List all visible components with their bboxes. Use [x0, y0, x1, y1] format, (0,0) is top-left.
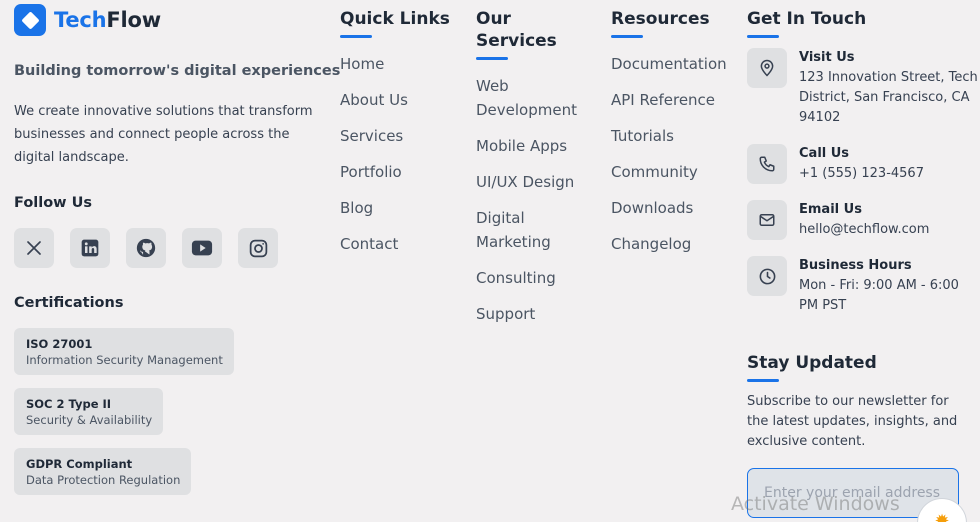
- instagram-icon[interactable]: [238, 228, 278, 268]
- quick-links-heading: Quick Links: [340, 9, 450, 29]
- service-link-consulting[interactable]: Consulting: [476, 266, 586, 290]
- mail-icon: [747, 200, 787, 240]
- newsletter-section: Stay Updated: [747, 352, 877, 382]
- resource-link-api-reference[interactable]: API Reference: [611, 88, 736, 112]
- youtube-icon[interactable]: [182, 228, 222, 268]
- contact-value: Mon - Fri: 9:00 AM - 6:00 PM PST: [799, 278, 959, 313]
- resources-column: Resources Documentation API Reference Tu…: [611, 8, 736, 268]
- contact-item-hours: Business Hours Mon - Fri: 9:00 AM - 6:00…: [747, 256, 979, 316]
- contact-label: Email Us: [799, 202, 862, 217]
- contact-item-phone: Call Us +1 (555) 123-4567: [747, 144, 979, 184]
- contact-heading: Get In Touch: [747, 9, 867, 29]
- service-link-web-development[interactable]: Web Development: [476, 74, 586, 122]
- contact-item-email: Email Us hello@techflow.com: [747, 200, 979, 240]
- heading-underline: [747, 379, 779, 382]
- services-column: Our Services Web Development Mobile Apps…: [476, 8, 586, 338]
- brand-description: We create innovative solutions that tran…: [14, 104, 313, 165]
- certification-subtitle: Information Security Management: [26, 353, 223, 367]
- newsletter-description: Subscribe to our newsletter for the late…: [747, 394, 958, 449]
- map-pin-icon: [747, 48, 787, 88]
- contact-label: Business Hours: [799, 258, 912, 273]
- x-icon[interactable]: [14, 228, 54, 268]
- services-heading: Our Services: [476, 9, 557, 51]
- brand[interactable]: TechFlow: [14, 4, 161, 36]
- resources-heading: Resources: [611, 9, 710, 29]
- certification-title: GDPR Compliant: [26, 457, 133, 471]
- contact-label: Call Us: [799, 146, 850, 161]
- quick-links-column: Quick Links Home About Us Services Portf…: [340, 8, 460, 268]
- service-link-mobile-apps[interactable]: Mobile Apps: [476, 134, 586, 158]
- activate-windows-watermark: Activate Windows: [731, 493, 900, 515]
- certifications-heading: Certifications: [14, 295, 124, 311]
- resource-link-documentation[interactable]: Documentation: [611, 52, 736, 76]
- follow-us-heading: Follow Us: [14, 195, 93, 211]
- resource-link-community[interactable]: Community: [611, 160, 736, 184]
- quick-link-portfolio[interactable]: Portfolio: [340, 160, 460, 184]
- contact-label: Visit Us: [799, 50, 855, 65]
- certification-badge: ISO 27001 Information Security Managemen…: [14, 328, 234, 375]
- certification-title: ISO 27001: [26, 337, 93, 351]
- github-icon[interactable]: [126, 228, 166, 268]
- heading-underline: [476, 57, 508, 60]
- certification-subtitle: Security & Availability: [26, 413, 153, 427]
- contact-value: 123 Innovation Street, Tech District, Sa…: [799, 70, 978, 125]
- clock-icon: [747, 256, 787, 296]
- certification-badge: GDPR Compliant Data Protection Regulatio…: [14, 448, 192, 495]
- resource-link-changelog[interactable]: Changelog: [611, 232, 736, 256]
- contact-item-address: Visit Us 123 Innovation Street, Tech Dis…: [747, 48, 979, 128]
- certification-title: SOC 2 Type II: [26, 397, 112, 411]
- resource-link-tutorials[interactable]: Tutorials: [611, 124, 736, 148]
- service-link-ui-ux-design[interactable]: UI/UX Design: [476, 170, 586, 194]
- heading-underline: [611, 35, 643, 38]
- service-link-digital-marketing[interactable]: Digital Marketing: [476, 206, 586, 254]
- quick-link-blog[interactable]: Blog: [340, 196, 460, 220]
- quick-link-contact[interactable]: Contact: [340, 232, 460, 256]
- tagline: Building tomorrow's digital experiences: [14, 63, 341, 79]
- heading-underline: [340, 35, 372, 38]
- quick-link-about-us[interactable]: About Us: [340, 88, 460, 112]
- brand-name: TechFlow: [54, 8, 161, 32]
- contact-value[interactable]: hello@techflow.com: [799, 220, 979, 240]
- newsletter-heading: Stay Updated: [747, 353, 877, 373]
- certification-subtitle: Data Protection Regulation: [26, 473, 181, 487]
- social-links: [14, 228, 294, 268]
- certification-badge: SOC 2 Type II Security & Availability: [14, 388, 164, 435]
- service-link-support[interactable]: Support: [476, 302, 586, 326]
- heading-underline: [747, 35, 779, 38]
- contact-column: Get In Touch: [747, 8, 947, 38]
- logo-icon: [14, 4, 46, 36]
- contact-value[interactable]: +1 (555) 123-4567: [799, 164, 979, 184]
- resource-link-downloads[interactable]: Downloads: [611, 196, 736, 220]
- phone-icon: [747, 144, 787, 184]
- linkedin-icon[interactable]: [70, 228, 110, 268]
- quick-link-services[interactable]: Services: [340, 124, 460, 148]
- quick-link-home[interactable]: Home: [340, 52, 460, 76]
